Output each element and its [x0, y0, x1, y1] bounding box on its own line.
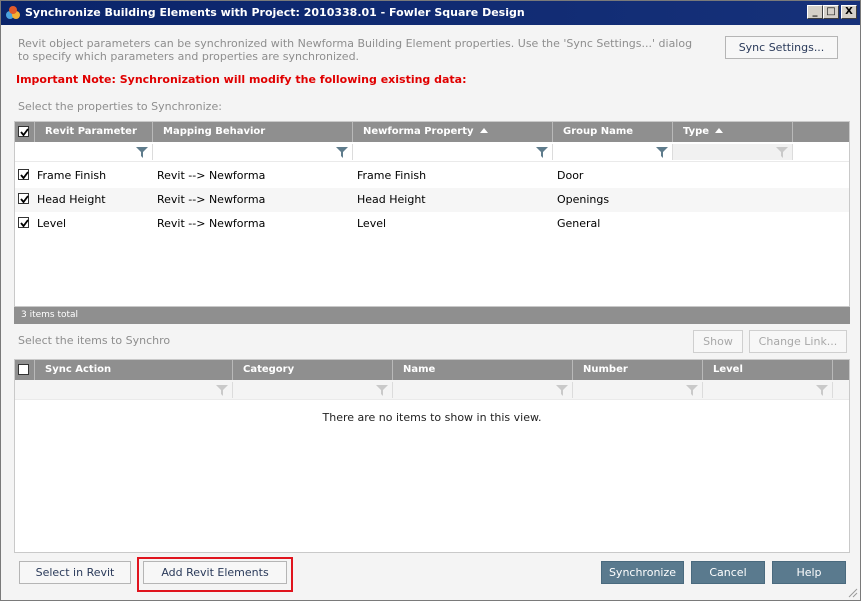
filter-icon[interactable] [216, 385, 228, 396]
description-text: Revit object parameters can be synchroni… [18, 37, 693, 63]
table-row[interactable]: Head Height Revit --> Newforma Head Heig… [15, 188, 849, 212]
filter-level[interactable] [703, 382, 833, 398]
important-note: Important Note: Synchronization will mod… [16, 73, 467, 86]
dialog-window: Synchronize Building Elements with Proje… [0, 0, 861, 601]
column-header-category[interactable]: Category [233, 360, 393, 380]
items-section-label: Select the items to Synchro [18, 334, 171, 347]
maximize-button[interactable]: □ [823, 5, 839, 19]
cell-revit-parameter: Head Height [37, 193, 106, 206]
filter-icon[interactable] [336, 147, 348, 158]
row-checkbox[interactable] [18, 217, 29, 228]
highlight-box [137, 557, 293, 592]
row-checkbox[interactable] [18, 193, 29, 204]
checkmark-icon [20, 195, 29, 204]
filter-number[interactable] [573, 382, 703, 398]
cell-mapping-behavior: Revit --> Newforma [157, 193, 266, 206]
synchronize-button[interactable]: Synchronize [601, 561, 684, 584]
filter-group-name[interactable] [553, 144, 673, 160]
column-header-type[interactable]: Type [673, 122, 793, 142]
filter-icon[interactable] [136, 147, 148, 158]
newforma-property-header-label: Newforma Property [363, 126, 474, 137]
title-bar[interactable]: Synchronize Building Elements with Proje… [1, 1, 860, 25]
close-button[interactable]: X [841, 5, 857, 19]
column-header-revit-parameter[interactable]: Revit Parameter [35, 122, 153, 142]
checkmark-icon [20, 171, 29, 180]
filter-icon[interactable] [776, 147, 788, 158]
filter-revit-parameter[interactable] [35, 144, 153, 160]
checkmark-icon [20, 219, 29, 228]
items-grid-header: Sync Action Category Name Number Level [15, 360, 849, 380]
sort-ascending-icon [479, 128, 488, 133]
column-header-newforma-property[interactable]: Newforma Property [353, 122, 553, 142]
filter-icon[interactable] [376, 385, 388, 396]
help-button[interactable]: Help [772, 561, 846, 584]
properties-grid: Revit Parameter Mapping Behavior Newform… [14, 121, 850, 307]
select-in-revit-button[interactable]: Select in Revit [19, 561, 131, 584]
filter-category[interactable] [233, 382, 393, 398]
cell-newforma-property: Level [357, 217, 387, 230]
filter-name[interactable] [393, 382, 573, 398]
window-title: Synchronize Building Elements with Proje… [25, 6, 525, 19]
properties-section-label: Select the properties to Synchronize: [18, 100, 222, 113]
sync-settings-button[interactable]: Sync Settings... [725, 36, 838, 59]
column-header-sync-action[interactable]: Sync Action [35, 360, 233, 380]
filter-icon[interactable] [656, 147, 668, 158]
filter-icon[interactable] [816, 385, 828, 396]
newforma-app-icon [6, 6, 20, 19]
cell-newforma-property: Frame Finish [357, 169, 427, 182]
cell-group-name: Openings [557, 193, 610, 206]
resize-grip-icon[interactable] [846, 586, 858, 598]
cell-mapping-behavior: Revit --> Newforma [157, 169, 266, 182]
properties-filter-row [15, 142, 849, 162]
filter-icon[interactable] [556, 385, 568, 396]
column-header-name[interactable]: Name [393, 360, 573, 380]
row-checkbox[interactable] [18, 169, 29, 180]
column-header-level[interactable]: Level [703, 360, 833, 380]
checkmark-icon [20, 128, 29, 137]
filter-type[interactable] [673, 144, 793, 160]
items-filter-row [15, 380, 849, 400]
minimize-button[interactable]: _ [807, 5, 823, 19]
cancel-button[interactable]: Cancel [691, 561, 765, 584]
cell-group-name: General [557, 217, 601, 230]
filter-icon[interactable] [536, 147, 548, 158]
cell-revit-parameter: Level [37, 217, 67, 230]
select-all-items-checkbox-cell[interactable] [15, 360, 35, 380]
filter-mapping-behavior[interactable] [153, 144, 353, 160]
cell-group-name: Door [557, 169, 584, 182]
table-row[interactable]: Frame Finish Revit --> Newforma Frame Fi… [15, 164, 849, 188]
column-header-mapping-behavior[interactable]: Mapping Behavior [153, 122, 353, 142]
filter-icon[interactable] [686, 385, 698, 396]
items-grid: Sync Action Category Name Number Level T… [14, 359, 850, 553]
properties-total-bar: 3 items total [14, 307, 850, 324]
empty-items-message: There are no items to show in this view. [322, 411, 542, 424]
select-all-items-checkbox[interactable] [18, 364, 29, 375]
cell-newforma-property: Head Height [357, 193, 426, 206]
column-header-group-name[interactable]: Group Name [553, 122, 673, 142]
change-link-button[interactable]: Change Link... [749, 330, 847, 353]
properties-grid-header: Revit Parameter Mapping Behavior Newform… [15, 122, 849, 142]
cell-mapping-behavior: Revit --> Newforma [157, 217, 266, 230]
cell-revit-parameter: Frame Finish [37, 169, 107, 182]
select-all-checkbox[interactable] [18, 126, 29, 137]
select-all-checkbox-cell[interactable] [15, 122, 35, 142]
show-button[interactable]: Show [693, 330, 743, 353]
filter-newforma-property[interactable] [353, 144, 553, 160]
table-row[interactable]: Level Revit --> Newforma Level General [15, 212, 849, 236]
column-header-number[interactable]: Number [573, 360, 703, 380]
sort-ascending-icon [715, 128, 724, 133]
type-header-label: Type [683, 126, 710, 137]
filter-sync-action[interactable] [35, 382, 233, 398]
